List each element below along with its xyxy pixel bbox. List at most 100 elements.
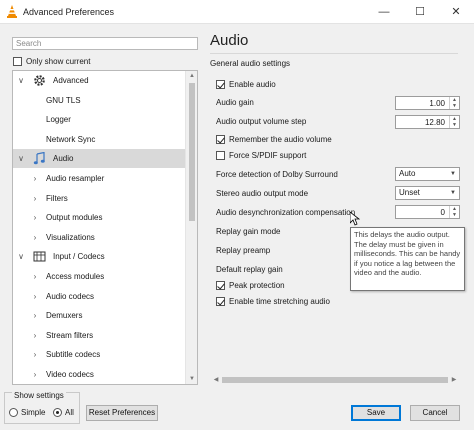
scroll-left-icon[interactable]: ◀ xyxy=(210,374,222,386)
sidebar-item-audio-resampler[interactable]: › Audio resampler xyxy=(13,169,186,188)
close-icon[interactable]: ✕ xyxy=(438,0,474,24)
sidebar-item-demuxers[interactable]: › Demuxers xyxy=(13,306,186,325)
audio-gain-value: 1.00 xyxy=(429,99,445,108)
simple-label: Simple xyxy=(21,408,46,417)
dolby-value: Auto xyxy=(399,169,416,178)
panel-horizontal-scrollbar[interactable]: ◀ ▶ xyxy=(210,374,460,386)
chevron-down-icon[interactable]: ∨ xyxy=(17,154,25,163)
time-stretching-checkbox[interactable]: Enable time stretching audio xyxy=(216,297,330,306)
sidebar-item-input-codecs[interactable]: ∨ Input / Codecs xyxy=(13,247,186,266)
spin-down-icon[interactable]: ▼ xyxy=(450,103,459,109)
input-codecs-icon xyxy=(33,250,46,263)
desync-label: Audio desynchronization compensation xyxy=(216,208,356,217)
sidebar-item-access-modules[interactable]: › Access modules xyxy=(13,267,186,286)
scrollbar-thumb[interactable] xyxy=(189,83,195,221)
sidebar-item-video-codecs[interactable]: › Video codecs xyxy=(13,365,186,384)
sidebar-item-gnu-tls[interactable]: GNU TLS xyxy=(13,91,186,110)
sidebar-item-audio[interactable]: ∨ Audio xyxy=(13,149,186,169)
search-input[interactable]: Search xyxy=(12,37,198,50)
gear-icon xyxy=(33,74,46,87)
vlc-cone-icon xyxy=(7,5,17,18)
spin-down-icon[interactable]: ▼ xyxy=(450,212,459,218)
spin-down-icon[interactable]: ▼ xyxy=(450,122,459,128)
peak-protection-label: Peak protection xyxy=(229,281,285,290)
force-spdif-label: Force S/PDIF support xyxy=(229,151,307,160)
mouse-pointer-icon xyxy=(350,212,360,226)
checkbox-box[interactable] xyxy=(13,56,22,66)
sidebar-item-label: Subtitle codecs xyxy=(46,350,101,360)
sidebar-item-stream-filters[interactable]: › Stream filters xyxy=(13,326,186,345)
scroll-up-icon[interactable]: ▲ xyxy=(186,71,197,81)
dolby-select[interactable]: Auto ▼ xyxy=(395,167,460,181)
chevron-down-icon[interactable]: ∨ xyxy=(17,76,25,85)
sidebar-item-label: Network Sync xyxy=(46,134,96,144)
sidebar-item-audio-codecs[interactable]: › Audio codecs xyxy=(13,287,186,306)
category-tree[interactable]: ∨ Advanced GNU TLS Logger Network Sync ∨ Audio… xyxy=(12,70,198,385)
enable-audio-checkbox[interactable]: Enable audio xyxy=(216,80,276,89)
audio-gain-spinbox[interactable]: 1.00 ▲ ▼ xyxy=(395,96,460,110)
chevron-right-icon[interactable]: › xyxy=(31,292,39,301)
tree-scrollbar[interactable]: ▲ ▼ xyxy=(185,71,197,384)
chevron-right-icon[interactable]: › xyxy=(31,311,39,320)
volume-step-value: 12.80 xyxy=(424,118,445,127)
save-button[interactable]: Save xyxy=(351,405,401,421)
volume-step-spinbox[interactable]: 12.80 ▲ ▼ xyxy=(395,115,460,129)
replay-preamp-label: Replay preamp xyxy=(216,246,271,255)
sidebar-item-label: Audio codecs xyxy=(46,291,95,301)
chevron-right-icon[interactable]: › xyxy=(31,233,39,242)
sidebar-item-logger[interactable]: Logger xyxy=(13,110,186,129)
show-settings-legend: Show settings xyxy=(12,391,66,400)
dolby-label: Force detection of Dolby Surround xyxy=(216,170,338,179)
simple-radio-button[interactable] xyxy=(9,408,18,417)
sidebar-item-label: Logger xyxy=(46,115,71,125)
scroll-right-icon[interactable]: ▶ xyxy=(448,374,460,386)
sidebar-item-output-modules[interactable]: › Output modules xyxy=(13,208,186,227)
default-replay-gain-label: Default replay gain xyxy=(216,265,283,274)
checkbox-box[interactable] xyxy=(216,297,225,306)
stereo-mode-value: Unset xyxy=(399,188,420,197)
chevron-down-icon: ▼ xyxy=(450,190,456,196)
stereo-mode-select[interactable]: Unset ▼ xyxy=(395,186,460,200)
only-show-current-checkbox[interactable]: Only show current xyxy=(13,56,90,66)
sidebar-item-label: GNU TLS xyxy=(46,95,81,105)
checkbox-box[interactable] xyxy=(216,151,225,160)
cancel-button[interactable]: Cancel xyxy=(410,405,460,421)
audio-gain-label: Audio gain xyxy=(216,98,254,107)
sidebar-item-visualizations[interactable]: › Visualizations xyxy=(13,228,186,247)
sidebar-item-network-sync[interactable]: Network Sync xyxy=(13,130,186,149)
only-show-current-label: Only show current xyxy=(26,56,91,66)
all-radio-button[interactable] xyxy=(53,408,62,417)
sidebar-item-label: Video codecs xyxy=(46,370,94,379)
scrollbar-thumb[interactable] xyxy=(222,377,448,383)
page-title: Audio xyxy=(210,32,249,49)
chevron-right-icon[interactable]: › xyxy=(31,213,39,222)
minimize-icon[interactable]: — xyxy=(366,0,402,24)
sidebar-item-advanced[interactable]: ∨ Advanced xyxy=(13,71,186,90)
desync-value: 0 xyxy=(440,208,445,217)
sidebar-item-subtitle-codecs[interactable]: › Subtitle codecs xyxy=(13,345,186,364)
remember-volume-checkbox[interactable]: Remember the audio volume xyxy=(216,135,332,144)
checkbox-box[interactable] xyxy=(216,80,225,89)
chevron-right-icon[interactable]: › xyxy=(31,370,39,379)
chevron-right-icon[interactable]: › xyxy=(31,174,39,183)
force-spdif-checkbox[interactable]: Force S/PDIF support xyxy=(216,151,306,160)
chevron-right-icon[interactable]: › xyxy=(31,194,39,203)
peak-protection-checkbox[interactable]: Peak protection xyxy=(216,281,285,290)
checkbox-box[interactable] xyxy=(216,135,225,144)
chevron-right-icon[interactable]: › xyxy=(31,272,39,281)
sidebar-item-filters[interactable]: › Filters xyxy=(13,189,186,208)
simple-radio[interactable]: Simple xyxy=(9,408,45,417)
tooltip: This delays the audio output. The delay … xyxy=(350,227,465,291)
maximize-icon[interactable]: ☐ xyxy=(402,0,438,24)
checkbox-box[interactable] xyxy=(216,281,225,290)
scroll-down-icon[interactable]: ▼ xyxy=(186,374,197,384)
replay-gain-mode-label: Replay gain mode xyxy=(216,227,281,236)
sidebar-item-label: Audio resampler xyxy=(46,174,105,183)
reset-preferences-button[interactable]: Reset Preferences xyxy=(86,405,158,421)
all-radio[interactable]: All xyxy=(53,408,74,417)
chevron-right-icon[interactable]: › xyxy=(31,350,39,359)
chevron-right-icon[interactable]: › xyxy=(31,331,39,340)
desync-spinbox[interactable]: 0 ▲ ▼ xyxy=(395,205,460,219)
sidebar-item-label: Stream filters xyxy=(46,330,94,340)
chevron-down-icon[interactable]: ∨ xyxy=(17,252,25,261)
